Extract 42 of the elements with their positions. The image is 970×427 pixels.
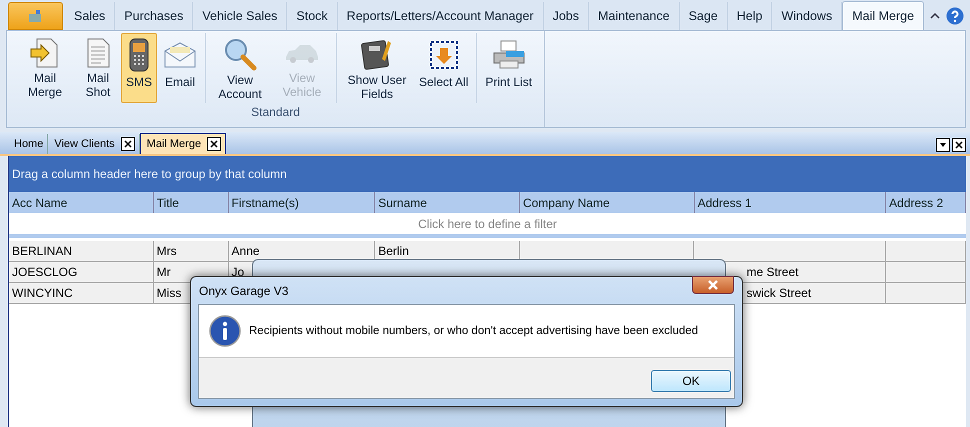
ribbon-button[interactable]: Show User Fields <box>341 33 413 103</box>
ok-button[interactable]: OK <box>651 370 731 392</box>
ribbon-button[interactable]: Email <box>159 33 201 103</box>
table-cell: BERLINAN <box>9 241 154 262</box>
table-cell: JOESCLOG <box>9 262 154 283</box>
mobile-phone-icon <box>127 38 151 72</box>
ribbon-button[interactable]: Mail Shot <box>77 33 119 103</box>
table-cell: Mrs <box>154 241 229 262</box>
close-icon <box>707 280 719 290</box>
close-icon[interactable] <box>120 137 135 151</box>
document-tab[interactable]: Mail Merge <box>140 133 226 154</box>
menu-tab[interactable]: Mail Merge <box>842 1 924 30</box>
magnifier-icon <box>223 37 257 71</box>
document-tab[interactable]: View Clients <box>48 134 140 154</box>
column-header[interactable]: Company Name <box>520 192 695 213</box>
table-cell: WINCYINC <box>9 283 154 304</box>
column-header[interactable]: Acc Name <box>9 192 154 213</box>
close-icon[interactable] <box>207 137 222 151</box>
info-icon <box>209 315 241 347</box>
notebook-pen-icon <box>360 37 394 71</box>
column-header[interactable]: Address 1 <box>694 192 886 213</box>
help-icon[interactable] <box>946 7 964 25</box>
collapse-ribbon-icon[interactable] <box>930 12 940 20</box>
ribbon-button[interactable]: View Account <box>210 33 270 103</box>
column-header[interactable]: Title <box>154 192 229 213</box>
close-button[interactable] <box>692 276 734 294</box>
ribbon-button[interactable]: SMS <box>121 33 157 103</box>
ribbon-button[interactable]: Print List <box>481 33 536 103</box>
dialog-message: Recipients without mobile numbers, or who don't accept advertising have been excluded <box>249 325 698 337</box>
column-header[interactable]: Address 2 <box>886 192 966 213</box>
ribbon-button[interactable]: Mail Merge <box>15 33 75 103</box>
select-all-icon <box>428 40 459 70</box>
group-label: Standard <box>251 105 300 119</box>
printer-icon <box>492 39 526 71</box>
envelope-icon <box>163 41 197 69</box>
column-header[interactable]: Firstname(s) <box>228 192 376 213</box>
ribbon-button[interactable]: Select All <box>415 33 472 103</box>
group-panel: Drag a column header here to group by that column <box>9 156 966 192</box>
column-header[interactable]: Surname <box>375 192 520 213</box>
document-tab[interactable]: Home <box>8 134 48 154</box>
close-icon[interactable] <box>952 138 966 152</box>
dropdown-icon[interactable] <box>936 138 950 152</box>
